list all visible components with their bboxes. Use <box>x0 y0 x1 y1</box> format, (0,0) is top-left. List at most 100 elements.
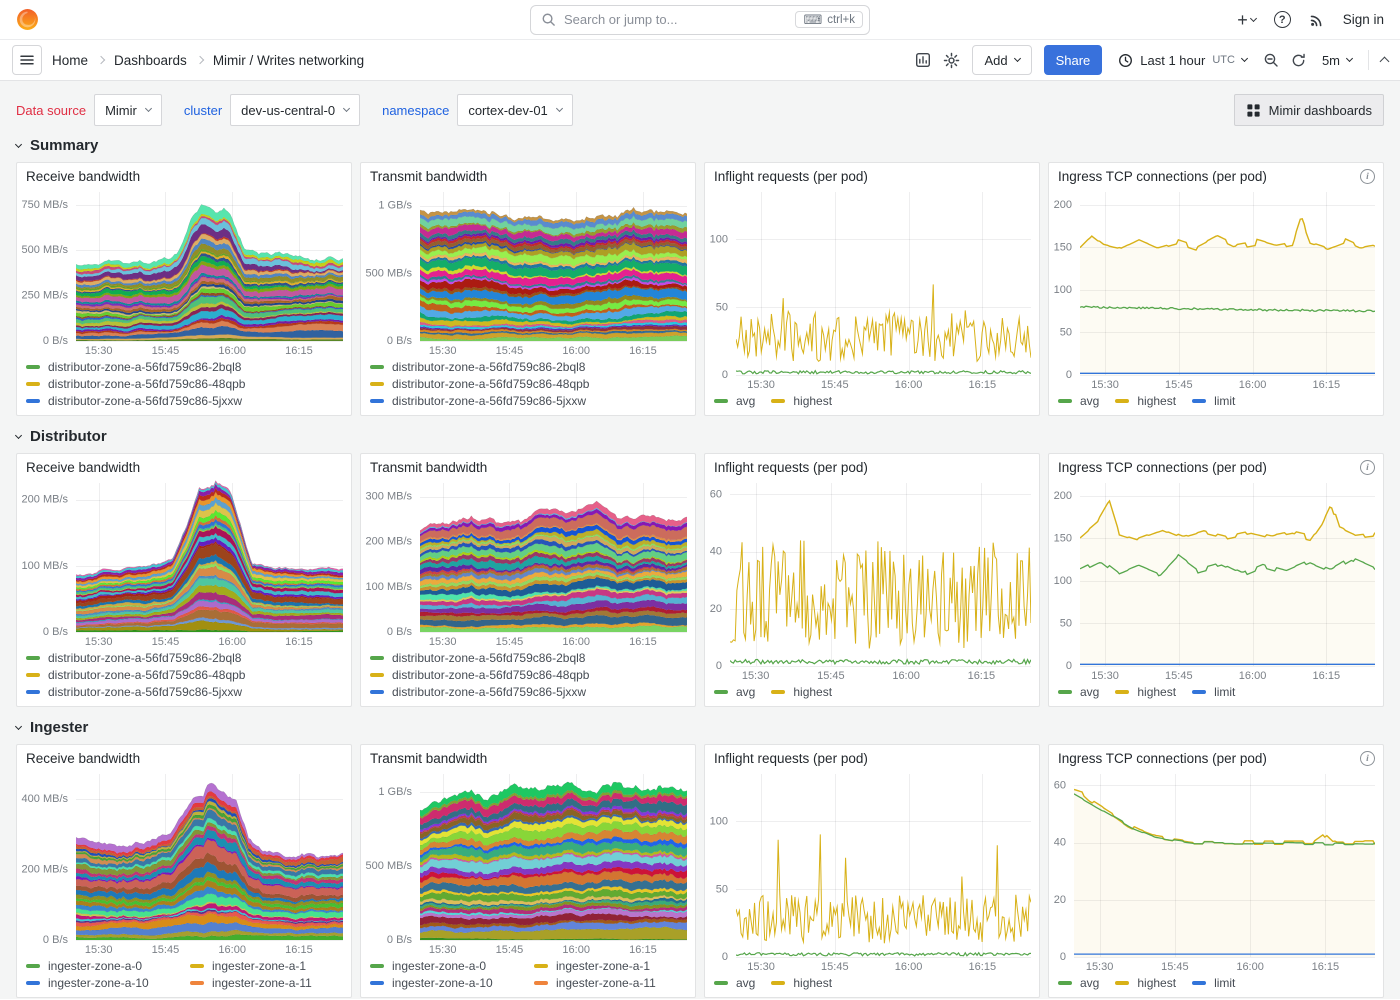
chart-canvas[interactable] <box>1049 185 1383 392</box>
chart-area[interactable] <box>361 185 695 358</box>
help-button[interactable]: ? <box>1274 11 1291 28</box>
chart-canvas[interactable] <box>705 185 1039 392</box>
legend-item[interactable]: highest <box>1115 394 1176 408</box>
chart-canvas[interactable] <box>361 476 695 649</box>
legend-item[interactable]: ingester-zone-a-0 <box>370 959 518 973</box>
panel-title[interactable]: Transmit bandwidth <box>370 460 487 475</box>
section-header[interactable]: Summary <box>16 137 1384 154</box>
panel-title[interactable]: Inflight requests (per pod) <box>714 460 868 475</box>
panel-title[interactable]: Receive bandwidth <box>26 169 140 184</box>
legend-item[interactable]: highest <box>1115 976 1176 990</box>
breadcrumb-home[interactable]: Home <box>52 53 88 68</box>
chart-canvas[interactable] <box>705 476 1039 683</box>
news-button[interactable] <box>1309 12 1325 28</box>
chart-area[interactable] <box>1049 476 1383 683</box>
legend-item[interactable]: distributor-zone-a-56fd759c86-48qpb <box>26 377 342 391</box>
legend-item[interactable]: avg <box>714 685 755 699</box>
section-header[interactable]: Distributor <box>16 428 1384 445</box>
datasource-picker[interactable]: Mimir <box>94 94 162 126</box>
legend-item[interactable]: highest <box>771 976 832 990</box>
cluster-picker[interactable]: dev-us-central-0 <box>230 94 360 126</box>
legend-item[interactable]: distributor-zone-a-56fd759c86-48qpb <box>26 668 342 682</box>
legend-item[interactable]: ingester-zone-a-0 <box>26 959 174 973</box>
namespace-picker[interactable]: cortex-dev-01 <box>457 94 572 126</box>
legend-item[interactable]: distributor-zone-a-56fd759c86-2bql8 <box>26 651 342 665</box>
new-button[interactable]: + <box>1237 11 1256 29</box>
chart-canvas[interactable] <box>361 185 695 358</box>
legend-item[interactable]: distributor-zone-a-56fd759c86-5jxxw <box>26 685 342 699</box>
menu-button[interactable] <box>12 45 42 75</box>
legend-item[interactable]: distributor-zone-a-56fd759c86-2bql8 <box>370 360 686 374</box>
chart-area[interactable] <box>361 476 695 649</box>
analytics-button[interactable] <box>915 52 931 68</box>
refresh-button[interactable] <box>1291 53 1306 68</box>
legend-item[interactable]: distributor-zone-a-56fd759c86-5jxxw <box>370 394 686 408</box>
mimir-dashboards-button[interactable]: Mimir dashboards <box>1234 94 1384 126</box>
panel-title[interactable]: Inflight requests (per pod) <box>714 751 868 766</box>
sign-in-link[interactable]: Sign in <box>1343 12 1384 27</box>
grafana-logo[interactable] <box>16 8 39 31</box>
legend-item[interactable]: avg <box>1058 394 1099 408</box>
panel-title[interactable]: Receive bandwidth <box>26 460 140 475</box>
chart-area[interactable] <box>705 476 1039 683</box>
zoom-out-button[interactable] <box>1263 52 1279 68</box>
legend-item[interactable]: avg <box>714 394 755 408</box>
section-header[interactable]: Ingester <box>16 719 1384 736</box>
legend-item[interactable]: highest <box>1115 685 1176 699</box>
chart-area[interactable] <box>17 476 351 649</box>
legend-item[interactable]: highest <box>771 394 832 408</box>
panel-title[interactable]: Transmit bandwidth <box>370 169 487 184</box>
chart-canvas[interactable] <box>705 767 1039 974</box>
share-button[interactable]: Share <box>1044 45 1103 75</box>
panel-title[interactable]: Ingress TCP connections (per pod) <box>1058 751 1267 766</box>
section-title: Ingester <box>30 719 88 736</box>
legend-item[interactable]: avg <box>714 976 755 990</box>
chart-canvas[interactable] <box>17 185 351 358</box>
legend-item[interactable]: ingester-zone-a-10 <box>370 976 518 990</box>
chart-area[interactable] <box>705 767 1039 974</box>
search-input[interactable]: Search or jump to... ⌨ ctrl+k <box>530 5 870 35</box>
chart-area[interactable] <box>1049 185 1383 392</box>
settings-button[interactable] <box>943 52 960 69</box>
chart-canvas[interactable] <box>17 476 351 649</box>
refresh-interval-dropdown[interactable]: 5m <box>1318 45 1356 75</box>
panel-title[interactable]: Ingress TCP connections (per pod) <box>1058 169 1267 184</box>
info-icon[interactable]: i <box>1360 169 1375 184</box>
legend-item[interactable]: distributor-zone-a-56fd759c86-5jxxw <box>26 394 342 408</box>
info-icon[interactable]: i <box>1360 460 1375 475</box>
chart-canvas[interactable] <box>1049 476 1383 683</box>
time-range-picker[interactable]: Last 1 hour UTC <box>1114 45 1251 75</box>
legend-item[interactable]: limit <box>1192 394 1235 408</box>
legend-item[interactable]: avg <box>1058 976 1099 990</box>
legend-item[interactable]: distributor-zone-a-56fd759c86-5jxxw <box>370 685 686 699</box>
breadcrumb-dashboards[interactable]: Dashboards <box>114 53 187 68</box>
legend-item[interactable]: distributor-zone-a-56fd759c86-48qpb <box>370 668 686 682</box>
legend-item[interactable]: distributor-zone-a-56fd759c86-48qpb <box>370 377 686 391</box>
chart-area[interactable] <box>17 185 351 358</box>
panel-title[interactable]: Inflight requests (per pod) <box>714 169 868 184</box>
legend-item[interactable]: distributor-zone-a-56fd759c86-2bql8 <box>26 360 342 374</box>
legend-item[interactable]: limit <box>1192 976 1235 990</box>
chart-canvas[interactable] <box>17 767 351 957</box>
legend-item[interactable]: ingester-zone-a-11 <box>190 976 338 990</box>
panel-title[interactable]: Transmit bandwidth <box>370 751 487 766</box>
chart-area[interactable] <box>705 185 1039 392</box>
add-button[interactable]: Add <box>972 45 1031 75</box>
legend-item[interactable]: avg <box>1058 685 1099 699</box>
legend-item[interactable]: ingester-zone-a-10 <box>26 976 174 990</box>
panel-title[interactable]: Ingress TCP connections (per pod) <box>1058 460 1267 475</box>
chart-canvas[interactable] <box>361 767 695 957</box>
legend-item[interactable]: ingester-zone-a-1 <box>190 959 338 973</box>
chart-area[interactable] <box>17 767 351 957</box>
legend-item[interactable]: ingester-zone-a-1 <box>534 959 682 973</box>
panel-title[interactable]: Receive bandwidth <box>26 751 140 766</box>
legend-item[interactable]: highest <box>771 685 832 699</box>
legend-item[interactable]: distributor-zone-a-56fd759c86-2bql8 <box>370 651 686 665</box>
chart-area[interactable] <box>361 767 695 957</box>
legend-item[interactable]: limit <box>1192 685 1235 699</box>
chart-canvas[interactable] <box>1049 767 1383 974</box>
legend-item[interactable]: ingester-zone-a-11 <box>534 976 682 990</box>
collapse-toolbar-button[interactable] <box>1381 55 1388 65</box>
chart-area[interactable] <box>1049 767 1383 974</box>
info-icon[interactable]: i <box>1360 751 1375 766</box>
